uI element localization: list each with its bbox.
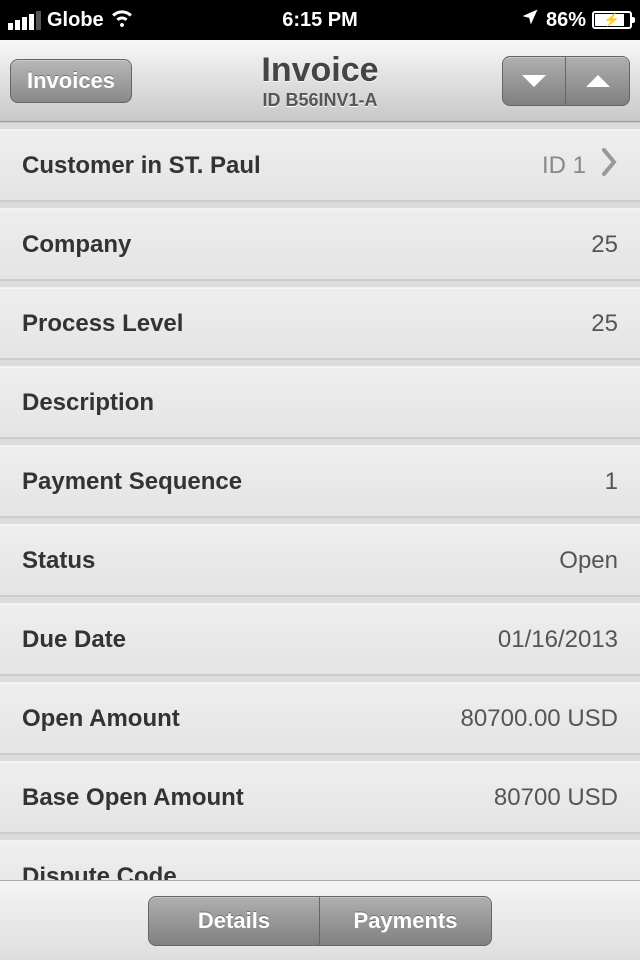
- row-label: Dispute Code: [22, 863, 618, 881]
- due-date-row: Due Date 01/16/2013: [0, 604, 640, 675]
- base-open-amount-row: Base Open Amount 80700 USD: [0, 762, 640, 833]
- divider: [0, 675, 640, 683]
- chevron-right-icon: [600, 148, 618, 183]
- row-label: Base Open Amount: [22, 784, 494, 812]
- segmented-control: Details Payments: [148, 896, 492, 946]
- customer-row[interactable]: Customer in ST. Paul ID 1: [0, 130, 640, 201]
- divider: [0, 596, 640, 604]
- status-row: Status Open: [0, 525, 640, 596]
- details-tab[interactable]: Details: [148, 896, 320, 946]
- row-label: Description: [22, 389, 618, 417]
- description-row: Description: [0, 367, 640, 438]
- signal-icon: [8, 11, 41, 30]
- status-bar: Globe 6:15 PM 86% ⚡: [0, 0, 640, 40]
- divider: [0, 754, 640, 762]
- row-value: 80700 USD: [494, 784, 618, 812]
- row-value: 01/16/2013: [498, 626, 618, 654]
- row-value: 25: [591, 310, 618, 338]
- chevron-down-icon: [520, 71, 548, 91]
- payment-sequence-row: Payment Sequence 1: [0, 446, 640, 517]
- row-label: Status: [22, 547, 559, 575]
- row-label: Due Date: [22, 626, 498, 654]
- row-label: Company: [22, 231, 591, 259]
- company-row: Company 25: [0, 209, 640, 280]
- row-label: Customer in ST. Paul: [22, 152, 542, 180]
- next-down-button[interactable]: [502, 56, 566, 106]
- location-icon: [520, 7, 540, 33]
- divider: [0, 122, 640, 130]
- row-value: Open: [559, 547, 618, 575]
- chevron-up-icon: [584, 71, 612, 91]
- prev-up-button[interactable]: [566, 56, 630, 106]
- wifi-icon: [110, 5, 134, 35]
- row-value: 1: [605, 468, 618, 496]
- divider: [0, 280, 640, 288]
- open-amount-row: Open Amount 80700.00 USD: [0, 683, 640, 754]
- payments-tab[interactable]: Payments: [320, 896, 492, 946]
- row-value: 80700.00 USD: [461, 705, 618, 733]
- row-label: Payment Sequence: [22, 468, 605, 496]
- dispute-code-row: Dispute Code: [0, 841, 640, 880]
- battery-icon: ⚡: [592, 11, 632, 29]
- row-value: 25: [591, 231, 618, 259]
- bottom-toolbar: Details Payments: [0, 880, 640, 960]
- divider: [0, 517, 640, 525]
- detail-list: Customer in ST. Paul ID 1 Company 25 Pro…: [0, 122, 640, 880]
- process-level-row: Process Level 25: [0, 288, 640, 359]
- carrier-label: Globe: [47, 9, 104, 32]
- nav-bar: Invoices Invoice ID B56INV1-A: [0, 40, 640, 122]
- row-value: ID 1: [542, 152, 586, 180]
- divider: [0, 438, 640, 446]
- battery-percent: 86%: [546, 9, 586, 32]
- row-label: Open Amount: [22, 705, 461, 733]
- row-label: Process Level: [22, 310, 591, 338]
- divider: [0, 833, 640, 841]
- clock: 6:15 PM: [216, 9, 424, 32]
- back-button[interactable]: Invoices: [10, 59, 132, 103]
- divider: [0, 359, 640, 367]
- divider: [0, 201, 640, 209]
